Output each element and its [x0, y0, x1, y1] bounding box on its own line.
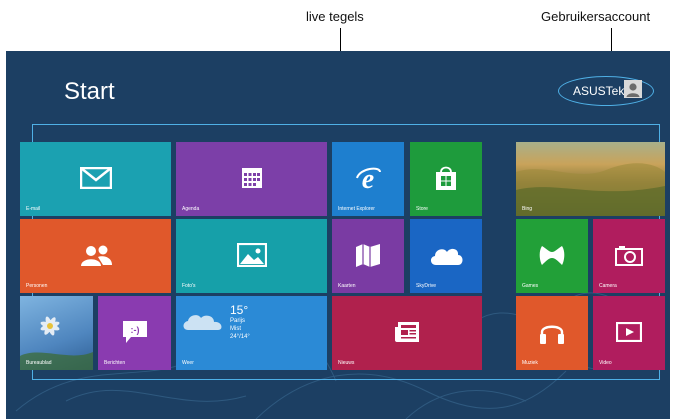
- tile-email[interactable]: E-mail: [20, 142, 171, 216]
- headphones-icon: [540, 325, 564, 344]
- tile-kaarten-label: Kaarten: [338, 283, 356, 289]
- tile-personen[interactable]: Personen: [20, 219, 171, 293]
- tile-bureaublad[interactable]: Bureaublad: [20, 296, 93, 370]
- weather-temperature: 15°: [230, 303, 249, 317]
- tile-fotos[interactable]: Foto's: [176, 219, 327, 293]
- photo-icon: [236, 242, 267, 267]
- calendar-icon: [241, 167, 262, 188]
- live-tiles-callout: live tegels: [306, 9, 364, 24]
- tile-nieuws-label: Nieuws: [338, 360, 355, 366]
- tile-camera[interactable]: Camera: [593, 219, 665, 293]
- tile-bing[interactable]: Bing: [516, 142, 665, 216]
- weather-condition: Mist: [230, 326, 241, 332]
- tile-muziek-label: Muziek: [522, 360, 538, 366]
- user-account-callout: Gebruikersaccount: [541, 9, 651, 24]
- tile-agenda[interactable]: Agenda: [176, 142, 327, 216]
- cloud-icon: [430, 248, 463, 265]
- video-icon: [616, 321, 642, 342]
- news-icon: [395, 321, 419, 342]
- tile-bureaublad-label: Bureaublad: [26, 360, 52, 366]
- weather-cloud-icon: [183, 315, 222, 330]
- camera-icon: [615, 245, 643, 266]
- tile-games-label: Games: [522, 283, 539, 289]
- tile-internet-explorer-label: Internet Explorer: [338, 206, 375, 212]
- tile-video[interactable]: Video: [593, 296, 665, 370]
- tile-weer[interactable]: 15° Parijs Mist 24°/14° Weer: [176, 296, 327, 370]
- tile-games[interactable]: Games: [516, 219, 588, 293]
- tile-kaarten[interactable]: Kaarten: [332, 219, 404, 293]
- tile-store[interactable]: Store: [410, 142, 482, 216]
- tile-internet-explorer[interactable]: e Internet Explorer: [332, 142, 404, 216]
- tile-skydrive[interactable]: SkyDrive: [410, 219, 482, 293]
- internet-explorer-icon: e: [356, 164, 381, 192]
- store-icon: [436, 166, 456, 190]
- svg-text::-): :-): [130, 325, 139, 335]
- maps-icon: [356, 243, 380, 267]
- tile-bing-label: Bing: [522, 206, 533, 212]
- user-avatar-icon[interactable]: [624, 80, 642, 98]
- people-icon: [80, 245, 112, 266]
- messaging-icon: :-): [122, 320, 147, 343]
- tile-nieuws[interactable]: Nieuws: [332, 296, 482, 370]
- mail-icon: [79, 166, 112, 189]
- desktop-flower-photo: [20, 316, 93, 370]
- tile-fotos-label: Foto's: [182, 283, 196, 289]
- tile-personen-label: Personen: [26, 283, 48, 289]
- tile-berichten[interactable]: :-) Berichten: [98, 296, 171, 370]
- tile-muziek[interactable]: Muziek: [516, 296, 588, 370]
- tile-weer-label: Weer: [182, 360, 194, 366]
- tile-agenda-label: Agenda: [182, 206, 200, 212]
- tile-berichten-label: Berichten: [104, 360, 126, 366]
- user-account-name[interactable]: ASUSTek: [573, 84, 624, 98]
- weather-range: 24°/14°: [230, 334, 250, 340]
- tile-email-label: E-mail: [26, 206, 41, 212]
- tile-video-label: Video: [599, 360, 612, 366]
- gamepad-icon: [539, 245, 565, 265]
- weather-city: Parijs: [230, 318, 246, 324]
- landscape-photo: [516, 163, 665, 216]
- tile-skydrive-label: SkyDrive: [416, 283, 437, 289]
- tile-store-label: Store: [416, 206, 428, 212]
- tile-camera-label: Camera: [599, 283, 617, 289]
- start-title: Start: [64, 78, 115, 105]
